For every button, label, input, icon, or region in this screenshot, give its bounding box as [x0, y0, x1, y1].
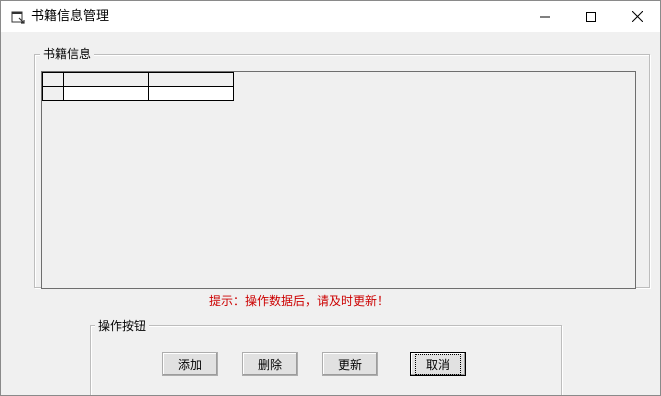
maximize-icon [586, 11, 596, 22]
delete-button[interactable]: 删除 [242, 352, 298, 376]
window-title: 书籍信息管理 [31, 9, 110, 24]
grid-corner-cell[interactable] [42, 72, 64, 87]
close-button[interactable] [614, 1, 660, 32]
close-icon [631, 11, 643, 22]
title-bar[interactable]: 书籍信息管理 [1, 1, 660, 32]
maximize-button[interactable] [568, 1, 614, 32]
actions-group-legend: 操作按钮 [95, 319, 150, 333]
cancel-button-label: 取消 [414, 353, 461, 375]
app-window: 书籍信息管理 书籍信息 提示：操作数据后，请及时更新！ 操作按钮 添加 删除 更… [0, 0, 661, 396]
grid-header-row [42, 72, 234, 87]
grid-column-header[interactable] [148, 72, 234, 87]
update-button[interactable]: 更新 [322, 352, 378, 376]
table-row[interactable] [42, 86, 234, 101]
grid-cell[interactable] [148, 86, 234, 101]
window-app-icon [11, 11, 25, 24]
cancel-button[interactable]: 取消 [410, 352, 466, 376]
grid-cell[interactable] [63, 86, 149, 101]
books-datagrid[interactable] [41, 71, 636, 289]
update-tip-text: 提示：操作数据后，请及时更新！ [209, 294, 390, 308]
minimize-icon [540, 16, 550, 17]
add-button[interactable]: 添加 [162, 352, 218, 376]
books-group-legend: 书籍信息 [40, 47, 95, 61]
grid-column-header[interactable] [63, 72, 149, 87]
minimize-button[interactable] [522, 1, 568, 32]
grid-row-header[interactable] [42, 86, 64, 101]
books-grid-table [42, 72, 234, 101]
